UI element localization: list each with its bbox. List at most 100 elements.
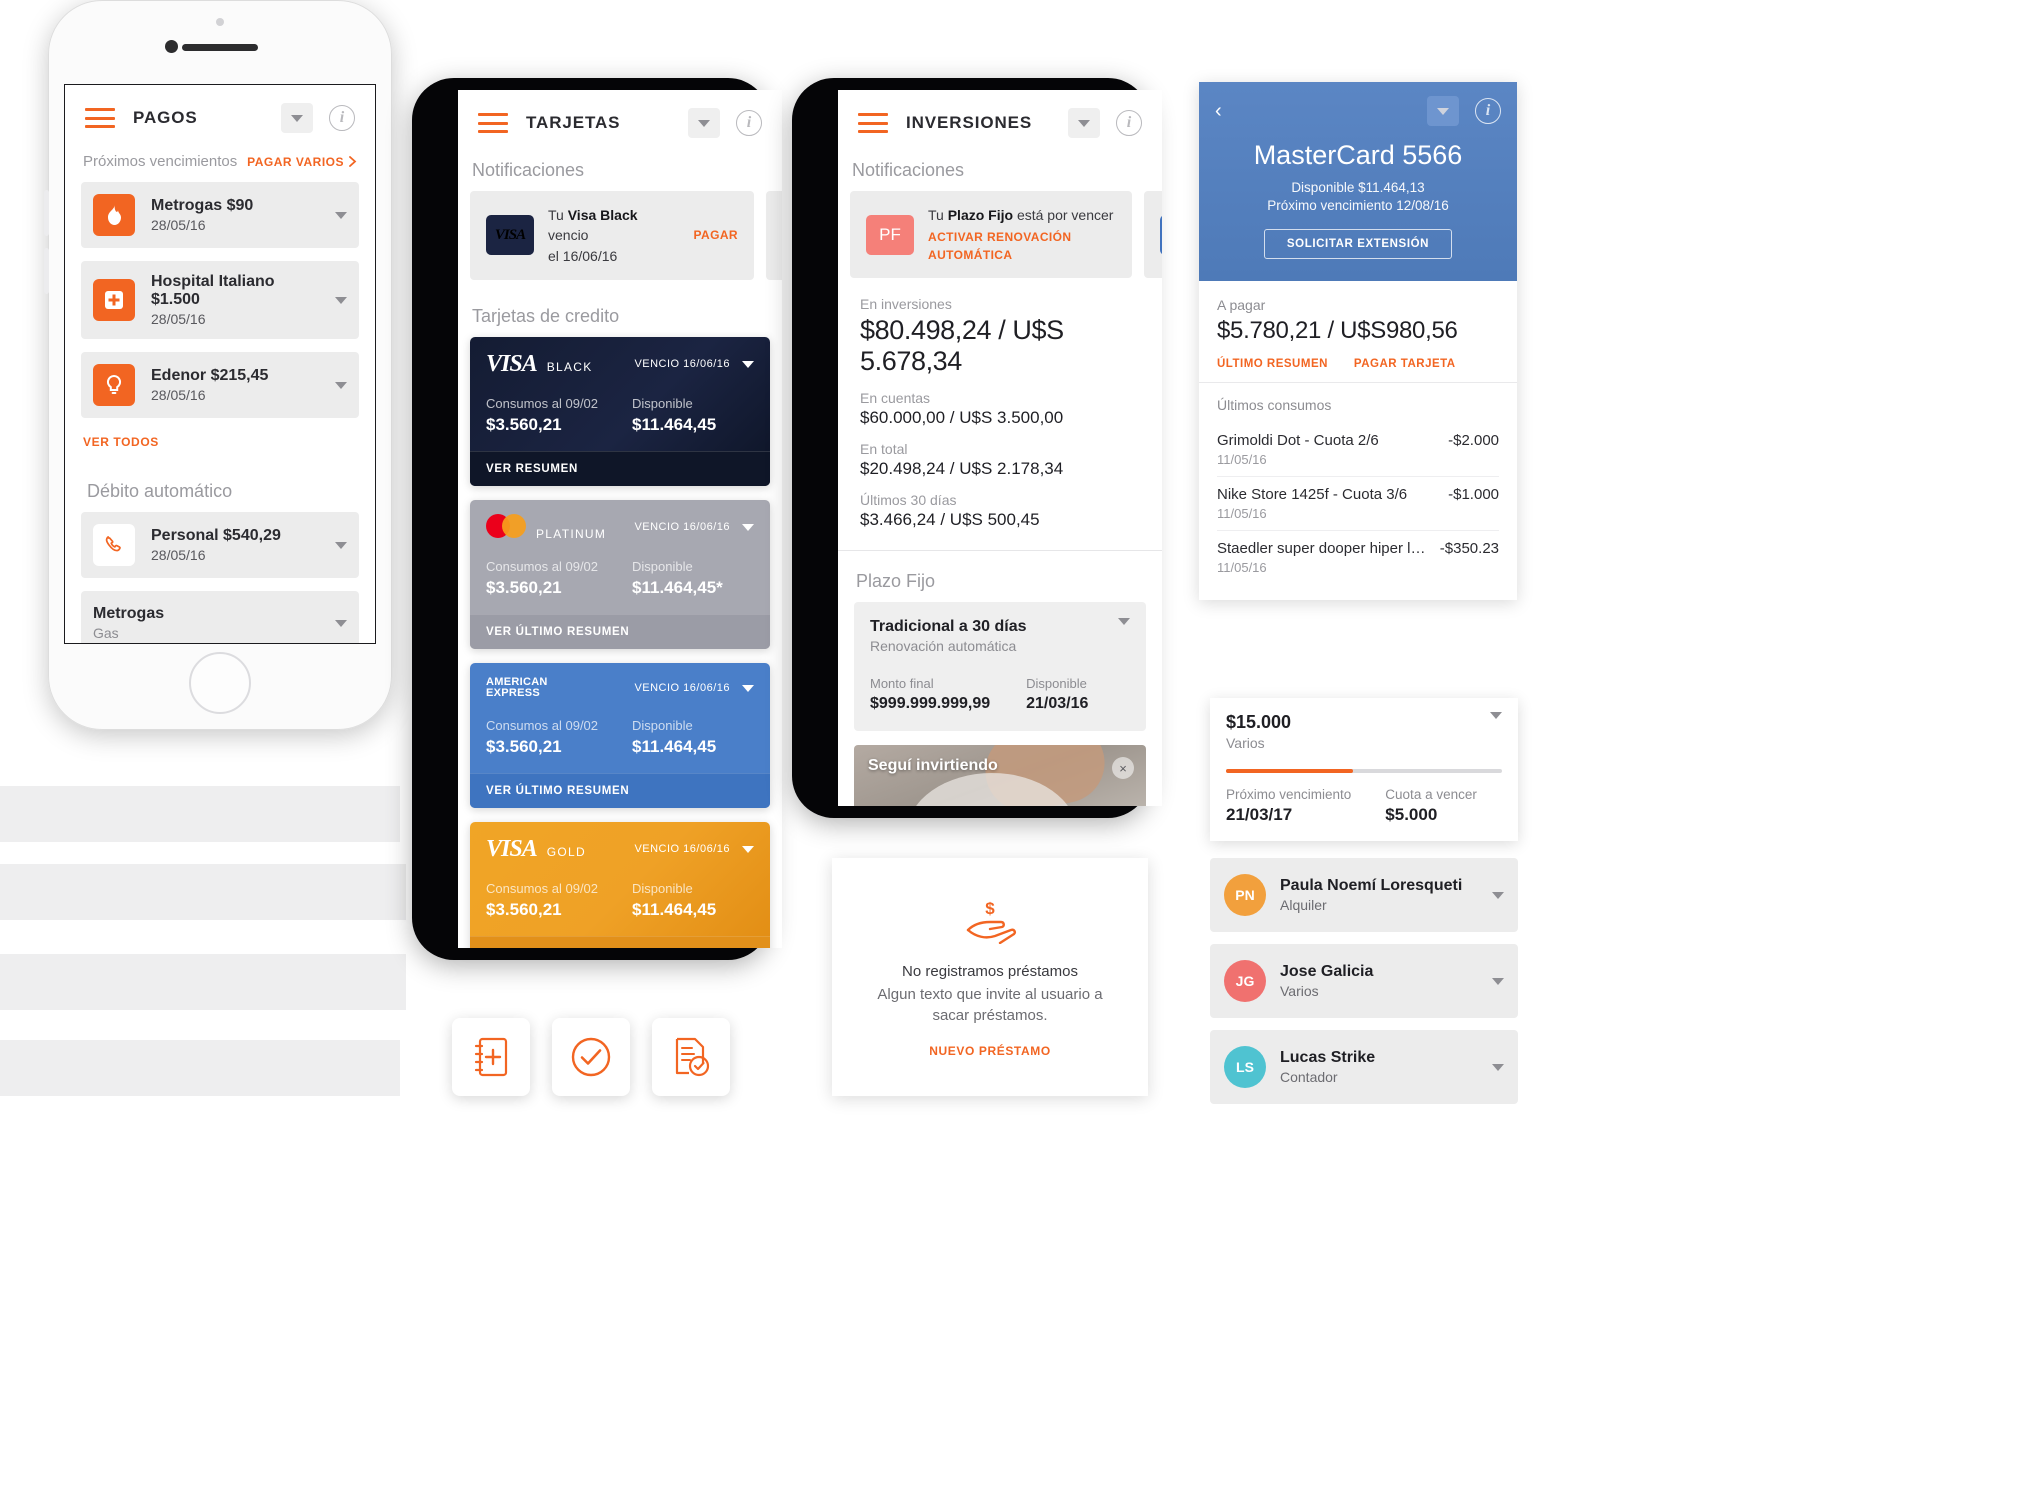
request-extension-button[interactable]: SOLICITAR EXTENSIÓN [1264,229,1452,259]
info-icon[interactable]: i [329,105,355,131]
contact-name: Paula Noemí Loresqueti [1280,877,1463,894]
tarjetas-screen: TARJETAS i Notificaciones VISA Tu Visa B… [458,90,782,948]
activate-auto-renew-button[interactable]: ACTIVAR RENOVACIÓN AUTOMÁTICA [928,229,1116,264]
chevron-down-icon[interactable] [1492,1063,1504,1071]
credit-card-mastercard-platinum[interactable]: PLATINUM VENCIO 16/06/16 Consumos al 09/… [470,499,770,649]
pay-button[interactable]: PAGAR [694,228,738,242]
list-item[interactable]: Metrogas $90 28/05/16 [81,182,359,248]
pay-card-button[interactable]: PAGAR TARJETA [1354,358,1456,370]
chevron-down-icon[interactable] [335,211,347,219]
pay-multiple-button[interactable]: PAGAR VARIOS [247,155,357,169]
notif-post: vencio [548,227,589,244]
chevron-down-icon[interactable] [335,619,347,627]
card-tier: BLACK [546,359,593,374]
volume-down-button[interactable] [44,248,49,294]
volume-up-button[interactable] [44,190,49,236]
card-brand-name: AMERICAN EXPRESS [486,675,548,700]
notifications-carousel[interactable]: VISA Tu Visa Black vencio el 16/06/16 PA… [458,191,782,280]
chevron-down-icon[interactable] [688,108,720,138]
card-brand: VISA BLACK [486,351,593,378]
contact-role: Alquiler [1280,897,1327,913]
see-all-button[interactable]: VER TODOS [65,431,375,451]
charge-date: 11/05/16 [1217,452,1267,467]
chevron-down-icon[interactable] [742,684,754,692]
list-item[interactable]: PN Paula Noemí Loresqueti Alquiler [1210,858,1518,932]
info-icon[interactable]: i [1475,98,1501,124]
chevron-down-icon[interactable] [742,360,754,368]
plazo-fijo-card[interactable]: Tradicional a 30 días Renovación automát… [854,602,1146,732]
promo-banner[interactable]: Seguí invirtiendo En Fondos Fima, Bonos,… [854,745,1146,806]
notification-mastercard[interactable] [766,191,782,280]
total-value: $60.000,00 / U$S 3.500,00 [860,408,1064,428]
table-row[interactable]: Staedler super dooper hiper long... -$35… [1217,531,1499,584]
page-title: TARJETAS [526,113,621,132]
add-contact-book-icon[interactable] [452,1018,530,1096]
chevron-down-icon[interactable] [335,541,347,549]
info-icon[interactable]: i [736,110,762,136]
back-icon[interactable]: ‹ [1215,100,1222,123]
contact-role: Contador [1280,1069,1338,1085]
chevron-right-icon [349,156,357,167]
list-item[interactable]: LS Lucas Strike Contador [1210,1030,1518,1104]
list-item[interactable]: Personal $540,29 28/05/16 [81,512,359,578]
document-check-icon[interactable] [652,1018,730,1096]
charge-name: Grimoldi Dot - Cuota 2/6 [1217,432,1379,449]
avatar: PN [1224,874,1266,916]
new-loan-button[interactable]: NUEVO PRÉSTAMO [929,1044,1051,1058]
list-item[interactable]: JG Jose Galicia Varios [1210,944,1518,1018]
item-date: 28/05/16 [151,217,206,233]
notifications-label: Notificaciones [472,160,585,180]
home-button[interactable] [189,652,251,714]
chevron-down-icon[interactable] [335,296,347,304]
next-due-label: Próximo vencimiento [1226,787,1352,802]
notification-visa[interactable]: VISA Tu Visa Black vencio el 16/06/16 PA… [470,191,754,280]
check-circle-icon[interactable] [552,1018,630,1096]
notification-bn[interactable]: BN [1144,191,1162,279]
chevron-down-icon[interactable] [1427,96,1459,126]
plazo-fijo-title: Tradicional a 30 días [870,618,1027,636]
chevron-down-icon[interactable] [1492,891,1504,899]
chevron-down-icon[interactable] [1490,712,1502,719]
disponible-value: 21/03/16 [1026,695,1089,713]
chevron-down-icon[interactable] [281,103,313,133]
last-summary-button[interactable]: ÚLTIMO RESUMEN [1217,358,1328,370]
chevron-down-icon[interactable] [1492,977,1504,985]
plazo-fijo-label: Plazo Fijo [856,571,936,592]
notifications-carousel[interactable]: PF Tu Plazo Fijo está por vencer ACTIVAR… [838,191,1162,279]
card-disponible: Disponible $11.464,45 [632,881,716,920]
card-disponible: Disponible $11.464,45 [632,396,716,435]
avatar: JG [1224,960,1266,1002]
list-item[interactable]: Hospital Italiano $1.500 28/05/16 [81,261,359,339]
card-footer-action[interactable]: VER RESUMEN [470,935,770,948]
notif-bold: Plazo Fijo [947,207,1014,223]
list-item[interactable]: Edenor $215,45 28/05/16 [81,352,359,418]
consumos-value: $3.560,21 [486,414,562,434]
disponible-value: $11.464,45 [632,899,717,919]
chevron-down-icon[interactable] [1068,108,1100,138]
menu-icon[interactable] [478,113,508,133]
credit-card-visa-gold[interactable]: VISA GOLD VENCIO 16/06/16 Consumos al 09… [470,821,770,948]
chevron-down-icon[interactable] [335,381,347,389]
chevron-down-icon[interactable] [1118,618,1130,626]
card-footer-action[interactable]: VER ÚLTIMO RESUMEN [470,772,770,808]
chevron-down-icon[interactable] [742,845,754,853]
menu-icon[interactable] [85,108,115,128]
card-footer-action[interactable]: VER RESUMEN [470,450,770,486]
notification-text: Tu Visa Black vencio el 16/06/16 [548,205,680,266]
notification-plazo-fijo[interactable]: PF Tu Plazo Fijo está por vencer ACTIVAR… [850,191,1132,279]
card-body: Consumos al 09/02 $3.560,21 Disponible $… [470,863,770,936]
pagos-screen: PAGOS i Próximos vencimientos PAGAR VARI… [64,84,376,644]
installment-progress-card[interactable]: $15.000 Varios Próximo vencimiento 21/03… [1210,698,1518,841]
skeleton-bar-1 [0,786,400,842]
card-footer-action[interactable]: VER ÚLTIMO RESUMEN [470,613,770,649]
chevron-down-icon[interactable] [742,523,754,531]
close-icon[interactable]: × [1112,757,1134,780]
list-item[interactable]: Metrogas Gas [81,591,359,643]
credit-card-visa-black[interactable]: VISA BLACK VENCIO 16/06/16 Consumos al 0… [470,336,770,486]
menu-icon[interactable] [858,113,888,133]
credit-card-american-express[interactable]: AMERICAN EXPRESS VENCIO 16/06/16 Consumos… [470,662,770,808]
table-row[interactable]: Grimoldi Dot - Cuota 2/6 -$2.000 11/05/1… [1217,423,1499,477]
card-header: AMERICAN EXPRESS VENCIO 16/06/16 [470,663,770,700]
table-row[interactable]: Nike Store 1425f - Cuota 3/6 -$1.000 11/… [1217,477,1499,531]
info-icon[interactable]: i [1116,110,1142,136]
